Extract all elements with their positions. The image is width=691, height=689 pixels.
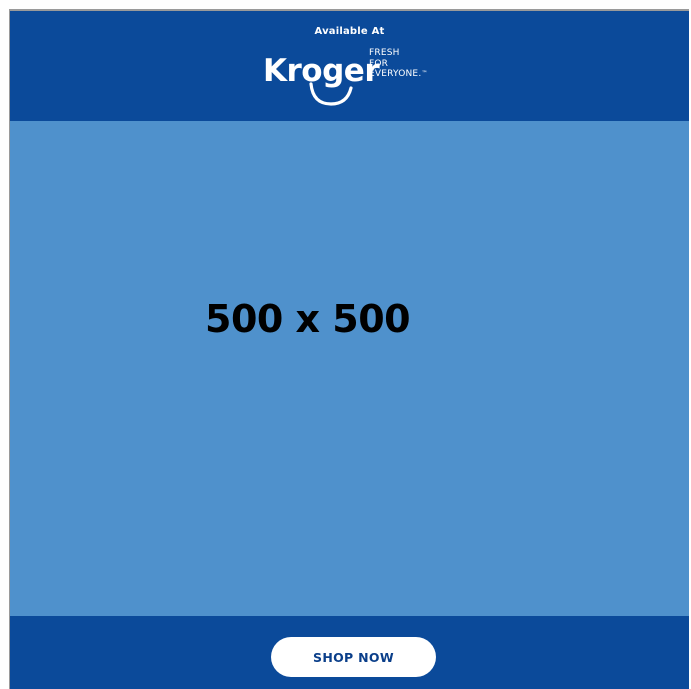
available-at-text: Available At — [314, 26, 385, 37]
kroger-logo: Kroger FRESH FOR EVERYONE.™ — [263, 46, 453, 108]
brand-tagline: FRESH FOR EVERYONE.™ — [369, 48, 428, 80]
ad-size-label: 500 x 500 — [205, 297, 411, 341]
ad-placeholder-area: 500 x 500 — [10, 121, 689, 616]
trademark-symbol: ™ — [421, 70, 428, 77]
logo-smile-icon — [309, 82, 353, 106]
tagline-line-everyone: EVERYONE.™ — [369, 69, 428, 79]
tagline-line-fresh: FRESH — [369, 48, 400, 58]
shop-now-button[interactable]: SHOP NOW — [271, 637, 436, 677]
header-banner: Available At Kroger FRESH FOR EVERYONE.™ — [10, 11, 689, 121]
footer-banner: SHOP NOW — [10, 616, 689, 689]
ad-frame: Available At Kroger FRESH FOR EVERYONE.™… — [9, 9, 689, 689]
tagline-line-for: FOR — [369, 58, 389, 69]
